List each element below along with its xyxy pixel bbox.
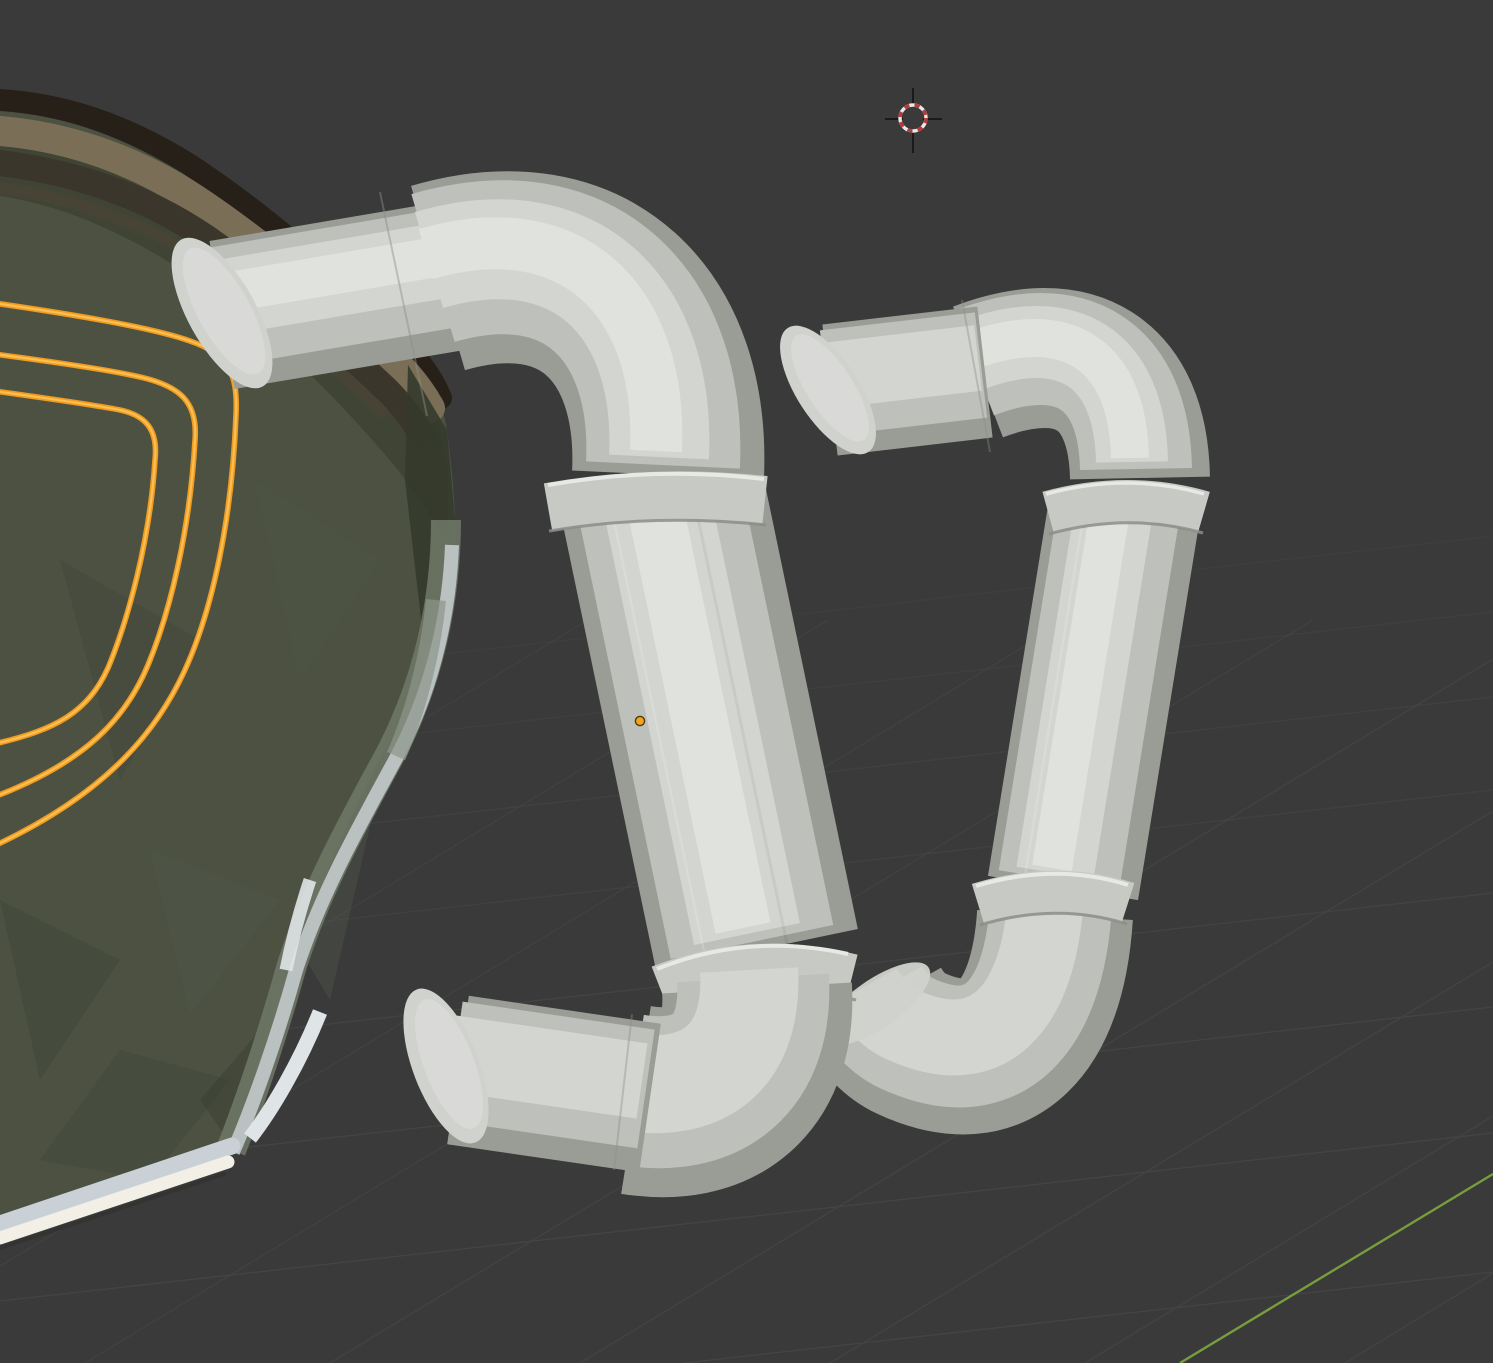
viewport-canvas[interactable] [0,0,1493,1363]
blender-3d-viewport[interactable] [0,0,1493,1363]
object-origin-dot[interactable] [635,716,644,725]
